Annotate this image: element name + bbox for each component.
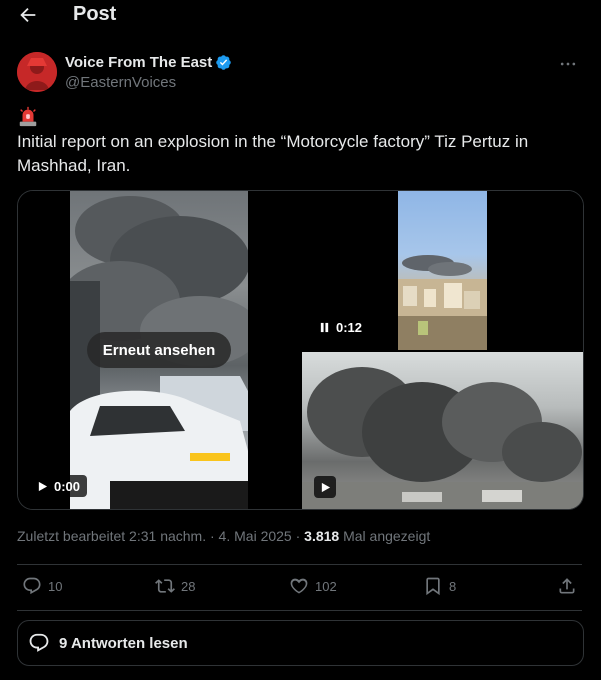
arrow-left-icon	[20, 7, 36, 23]
post-text: Initial report on an explosion in the “M…	[17, 132, 529, 175]
action-bar: 10 28 102 8	[17, 576, 582, 600]
share-icon	[559, 578, 575, 594]
share-button[interactable]	[557, 576, 577, 596]
like-button[interactable]: 102	[289, 576, 337, 596]
more-options-button[interactable]	[558, 54, 582, 74]
views-count: 3.818	[304, 528, 340, 544]
post-meta: Zuletzt bearbeitet 2:31 nachm. · 4. Mai …	[17, 528, 430, 544]
reply-icon	[23, 577, 41, 595]
video-1[interactable]: Erneut ansehen 0:00	[18, 191, 300, 509]
post-author: Voice From The East @EasternVoices	[17, 52, 582, 92]
read-replies-label: 9 Antworten lesen	[59, 634, 188, 652]
edited-timestamp[interactable]: Zuletzt bearbeitet 2:31 nachm. · 4. Mai …	[17, 528, 300, 544]
video-2-thumbnail	[398, 191, 487, 350]
video-3-thumbnail	[302, 367, 583, 509]
video-2-time: 0:12	[336, 319, 363, 335]
more-dots-icon	[560, 62, 576, 66]
verified-badge-icon	[215, 54, 232, 71]
bookmark-count: 8	[449, 578, 457, 594]
reply-count: 10	[48, 578, 63, 594]
author-names: Voice From The East @EasternVoices	[65, 52, 232, 91]
video-2[interactable]: 0:12	[302, 191, 583, 350]
top-bar: Post	[0, 0, 601, 30]
media-grid: Erneut ansehen 0:00 0:12	[17, 190, 584, 510]
bookmark-icon	[426, 577, 440, 596]
video-2-time-badge[interactable]: 0:12	[312, 316, 370, 338]
speech-bubble-icon	[29, 633, 49, 652]
replay-button[interactable]: Erneut ansehen	[87, 332, 231, 368]
author-display-name[interactable]: Voice From The East	[65, 52, 232, 72]
author-display-name-text: Voice From The East	[65, 53, 213, 71]
divider	[17, 610, 582, 611]
pause-icon	[320, 322, 329, 332]
author-handle[interactable]: @EasternVoices	[65, 74, 232, 91]
read-replies-button[interactable]: 9 Antworten lesen	[17, 620, 584, 666]
play-icon	[38, 481, 48, 491]
reply-button[interactable]: 10	[22, 576, 62, 596]
divider	[17, 564, 582, 565]
views-label: Mal angezeigt	[343, 528, 431, 544]
video-3[interactable]	[302, 352, 583, 509]
video-1-time: 0:00	[54, 478, 81, 494]
play-icon	[321, 482, 330, 492]
repost-count: 28	[181, 578, 196, 594]
avatar[interactable]	[17, 52, 57, 92]
repost-icon	[155, 579, 175, 593]
bookmark-button[interactable]: 8	[423, 576, 456, 596]
heart-icon	[290, 578, 308, 594]
repost-button[interactable]: 28	[155, 576, 195, 596]
police-light-emoji-icon	[17, 106, 39, 128]
back-button[interactable]	[17, 4, 39, 26]
like-count: 102	[315, 578, 337, 594]
page-title: Post	[73, 3, 117, 25]
video-1-time-badge[interactable]: 0:00	[30, 475, 88, 497]
video-3-play-button[interactable]	[314, 476, 336, 498]
